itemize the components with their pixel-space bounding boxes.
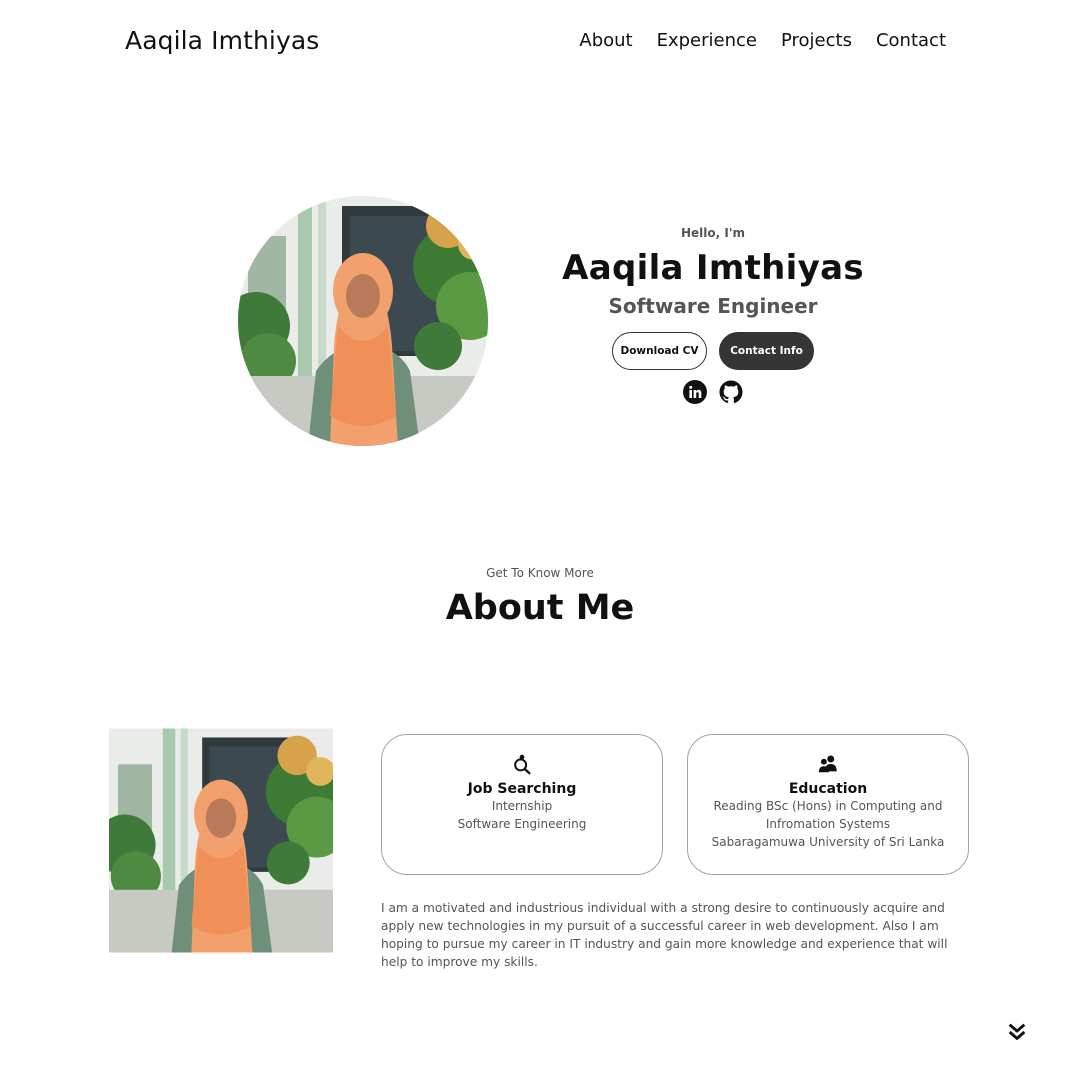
- about-title: About Me: [445, 588, 635, 628]
- hero-role: Software Engineer: [608, 294, 818, 318]
- education-card: Education Reading BSc (Hons) in Computin…: [687, 734, 969, 875]
- job-searching-card: Job Searching Internship Software Engine…: [381, 734, 663, 875]
- nav-link-contact[interactable]: Contact: [876, 30, 946, 51]
- hero-text: Hello, I'm Aaqila Imthiyas Software Engi…: [540, 226, 886, 404]
- nav-links: About Experience Projects Contact: [579, 30, 946, 51]
- nav-link-projects[interactable]: Projects: [781, 30, 852, 51]
- card-line: Internship: [491, 799, 553, 813]
- about-bio: I am a motivated and industrious individ…: [381, 901, 948, 969]
- download-cv-button[interactable]: Download CV: [612, 332, 707, 370]
- scroll-down-arrow-icon[interactable]: [1006, 1021, 1028, 1043]
- education-icon: [818, 755, 837, 773]
- card-title: Job Searching: [467, 781, 577, 797]
- card-line: Infromation Systems: [765, 817, 891, 831]
- nav-link-experience[interactable]: Experience: [657, 30, 757, 51]
- about-subtitle: Get To Know More: [486, 566, 594, 580]
- job-search-icon: [514, 754, 531, 775]
- hero-name: Aaqila Imthiyas: [562, 248, 864, 288]
- card-line: Software Engineering: [457, 817, 587, 831]
- profile-photo-image: [238, 196, 488, 446]
- top-navigation: Aaqila Imthiyas About Experience Project…: [0, 0, 1080, 84]
- site-logo[interactable]: Aaqila Imthiyas: [125, 26, 319, 55]
- hero-greeting: Hello, I'm: [680, 226, 746, 240]
- linkedin-icon[interactable]: [683, 380, 707, 404]
- about-photo-image: [109, 728, 333, 953]
- github-icon[interactable]: [719, 380, 743, 404]
- social-links: [540, 380, 886, 404]
- profile-photo: [238, 196, 488, 446]
- nav-link-about[interactable]: About: [579, 30, 632, 51]
- hero-buttons: Download CV Contact Info: [540, 332, 886, 370]
- card-line: Sabaragamuwa University of Sri Lanka: [711, 835, 945, 849]
- card-title: Education: [788, 781, 868, 797]
- card-line: Reading BSc (Hons) in Computing and: [713, 799, 943, 813]
- about-photo: [109, 691, 333, 990]
- contact-info-button[interactable]: Contact Info: [719, 332, 814, 370]
